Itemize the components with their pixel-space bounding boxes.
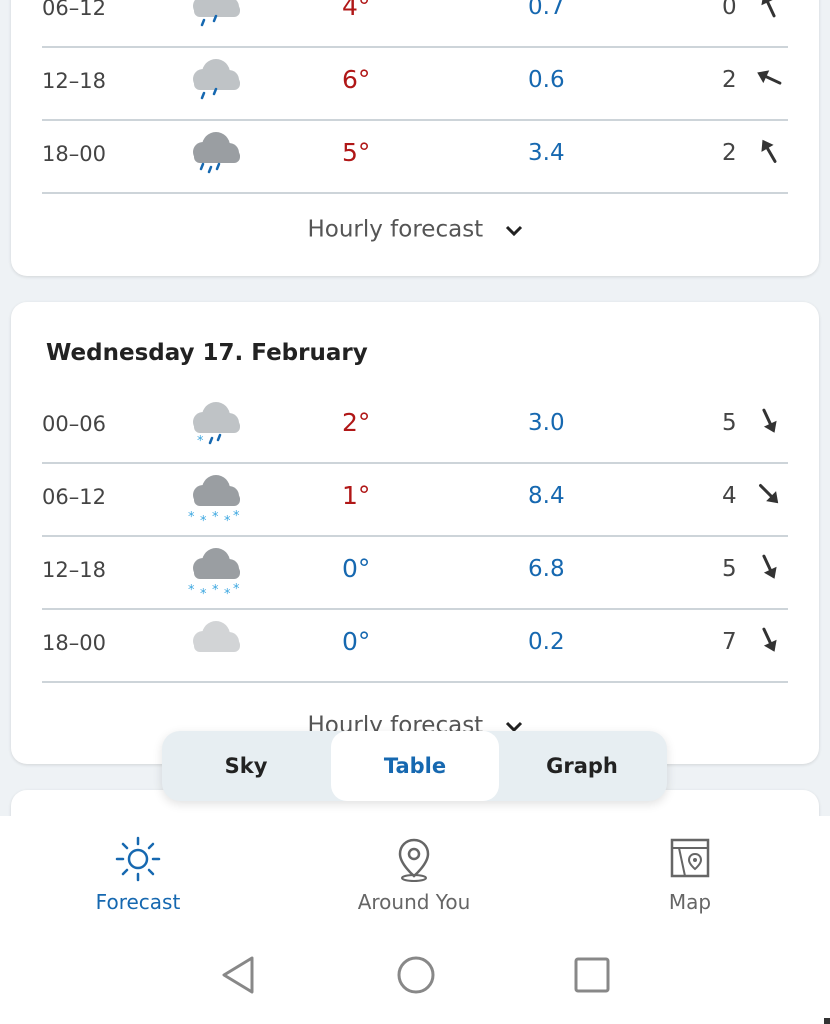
wind-speed-value: 7: [722, 629, 737, 655]
nav-item-around-you[interactable]: Around You: [314, 834, 514, 914]
sleet-cloud-icon: *: [183, 398, 245, 454]
wind-speed-value: 5: [722, 556, 737, 582]
svg-text:*: *: [200, 587, 207, 600]
cloud-icon: [183, 617, 245, 673]
period-label: 00–06: [42, 412, 106, 436]
light-rain-cloud-icon: [183, 55, 245, 111]
wind-speed-value: 2: [722, 140, 737, 166]
wind-speed-value: 0: [722, 0, 737, 20]
nav-item-forecast[interactable]: Forecast: [38, 834, 238, 914]
wind-direction-arrow-icon: [754, 63, 784, 93]
period-label: 18–00: [42, 142, 106, 166]
system-home-button[interactable]: [395, 954, 437, 1000]
svg-text:*: *: [224, 587, 231, 600]
hourly-forecast-label: Hourly forecast: [307, 216, 484, 243]
svg-text:*: *: [188, 510, 195, 525]
view-toggle: Sky Table Graph: [162, 731, 667, 801]
snow-cloud-icon: * * * * *: [183, 471, 245, 529]
forecast-row: 06–12 4° 0.7 0: [42, 0, 788, 48]
precipitation-value: 6.8: [528, 556, 565, 582]
precipitation-value: 3.0: [528, 410, 565, 436]
forecast-row: 06–12 * * * * * 1° 8.4 4: [42, 463, 788, 537]
precipitation-value: 8.4: [528, 483, 565, 509]
wind-direction-arrow-icon: [754, 552, 784, 582]
precipitation-value: 3.4: [528, 140, 565, 166]
nav-item-map[interactable]: Map: [590, 834, 790, 914]
svg-text:*: *: [200, 514, 207, 527]
day-title: Wednesday 17. February: [46, 340, 368, 366]
svg-text:*: *: [224, 514, 231, 527]
bottom-navigation: Forecast Around You Map: [0, 816, 830, 1024]
svg-text:*: *: [233, 509, 240, 524]
svg-text:*: *: [188, 583, 195, 598]
temperature-value: 6°: [342, 65, 371, 94]
svg-text:*: *: [233, 582, 240, 597]
precipitation-value: 0.7: [528, 0, 565, 20]
wind-speed-value: 5: [722, 410, 737, 436]
period-label: 12–18: [42, 558, 106, 582]
period-label: 18–00: [42, 631, 106, 655]
wind-speed-value: 2: [722, 67, 737, 93]
recents-icon: [574, 957, 610, 993]
temperature-value: 4°: [342, 0, 371, 21]
wind-direction-arrow-icon: [754, 0, 784, 20]
home-icon: [397, 956, 435, 994]
map-icon: [670, 838, 710, 878]
system-recents-button[interactable]: [572, 954, 612, 1000]
forecast-row: 12–18 6° 0.6 2: [42, 47, 788, 121]
period-label: 06–12: [42, 0, 106, 20]
rain-cloud-icon: [183, 128, 245, 184]
precipitation-value: 0.6: [528, 67, 565, 93]
svg-text:*: *: [212, 583, 219, 598]
temperature-value: 5°: [342, 138, 371, 167]
system-back-button[interactable]: [218, 954, 258, 1000]
wind-speed-value: 4: [722, 483, 737, 509]
day-card-wednesday: Wednesday 17. February 00–06 * 2° 3.0 5 06–12…: [11, 302, 819, 764]
nav-label-around-you: Around You: [357, 890, 471, 914]
view-option-table[interactable]: Table: [331, 731, 499, 801]
location-pin-icon: [398, 838, 430, 882]
view-option-graph[interactable]: Graph: [498, 731, 666, 801]
temperature-value: 2°: [342, 408, 371, 437]
svg-text:*: *: [212, 510, 219, 525]
forecast-row: 18–00 5° 3.4 2: [42, 120, 788, 194]
scroll-indicator: [824, 1018, 830, 1024]
svg-text:*: *: [197, 434, 204, 449]
chevron-down-icon: [505, 217, 523, 243]
day-card-previous: 06–12 4° 0.7 0 12–18 6° 0.6 2 18–00 5° 3.4 2 Hourly…: [11, 0, 819, 276]
forecast-row: 12–18 * * * * * 0° 6.8 5: [42, 536, 788, 610]
wind-direction-arrow-icon: [754, 625, 784, 655]
forecast-row: 18–00 0° 0.2 7: [42, 609, 788, 683]
period-label: 12–18: [42, 69, 106, 93]
wind-direction-arrow-icon: [754, 479, 784, 509]
forecast-row: 00–06 * 2° 3.0 5: [42, 390, 788, 464]
nav-label-map: Map: [668, 890, 712, 914]
wind-direction-arrow-icon: [754, 136, 784, 166]
wind-direction-arrow-icon: [754, 406, 784, 436]
hourly-forecast-toggle[interactable]: Hourly forecast: [11, 216, 819, 243]
temperature-value: 1°: [342, 481, 371, 510]
back-icon: [222, 956, 254, 994]
period-label: 06–12: [42, 485, 106, 509]
temperature-value: 0°: [342, 554, 371, 583]
temperature-value: 0°: [342, 627, 371, 656]
view-option-sky[interactable]: Sky: [162, 731, 330, 801]
sun-icon: [115, 836, 161, 882]
nav-label-forecast: Forecast: [95, 890, 181, 914]
snow-cloud-icon: * * * * *: [183, 544, 245, 602]
light-rain-cloud-icon: [183, 0, 245, 38]
precipitation-value: 0.2: [528, 629, 565, 655]
